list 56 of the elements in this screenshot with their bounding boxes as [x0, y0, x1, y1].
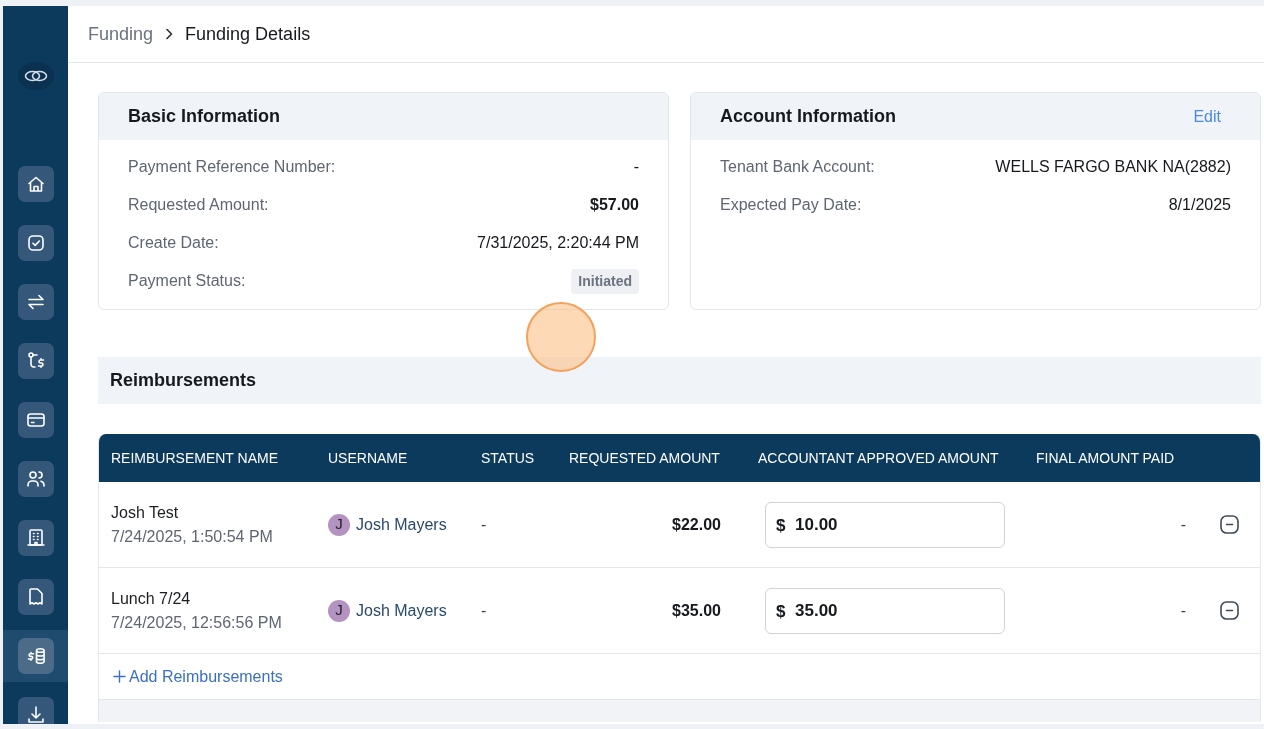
section-title: Reimbursements	[110, 369, 257, 392]
check-square-icon[interactable]	[17, 225, 54, 261]
status-text: -	[481, 601, 487, 619]
field-value: $57.00	[590, 195, 639, 215]
plus-icon	[113, 670, 126, 683]
requested-amount: $35.00	[672, 601, 721, 619]
reimbursement-date: 7/24/2025, 1:50:54 PM	[111, 526, 274, 547]
column-header: STATUS	[469, 434, 557, 482]
user-avatar: J	[328, 513, 350, 536]
card-title: Account Information	[720, 105, 896, 128]
user-link[interactable]: Josh Mayers	[356, 512, 447, 537]
remove-icon[interactable]	[1220, 515, 1239, 534]
requested-amount: $22.00	[672, 515, 721, 533]
current-page-title: Funding Details	[185, 22, 311, 46]
logo-icon[interactable]	[17, 62, 54, 90]
building-icon[interactable]	[17, 520, 54, 556]
field-label: Requested Amount:	[128, 195, 269, 215]
final-amount-paid: -	[1180, 515, 1186, 533]
field-value: -	[633, 157, 639, 177]
reimbursement-name: Josh Test	[111, 502, 180, 523]
field-label: Payment Reference Number:	[128, 157, 336, 177]
status-text: -	[481, 515, 487, 533]
column-header: ACCOUNTANT APPROVED AMOUNT	[746, 434, 1024, 482]
column-header: REQUESTED AMOUNT	[557, 434, 746, 482]
home-icon[interactable]	[17, 166, 54, 202]
field-label: Payment Status:	[128, 271, 246, 291]
final-amount-paid: -	[1180, 601, 1186, 619]
user-link[interactable]: Josh Mayers	[356, 598, 447, 623]
reimbursement-name: Lunch 7/24	[111, 588, 192, 609]
field-label: Tenant Bank Account:	[720, 157, 875, 177]
column-header: USERNAME	[316, 434, 469, 482]
column-header: REIMBURSEMENT NAME	[99, 434, 316, 482]
field-label: Create Date:	[128, 233, 219, 253]
status-badge: Initiated	[571, 268, 639, 294]
users-icon[interactable]	[17, 461, 54, 497]
currency-symbol: $	[776, 516, 786, 533]
column-header: FINAL AMOUNT PAID	[1024, 434, 1208, 482]
field-value: WELLS FARGO BANK NA(2882)	[995, 157, 1231, 177]
add-reimbursements-link[interactable]: Add Reimbursements	[113, 664, 283, 689]
database-dollar-icon[interactable]	[17, 638, 54, 674]
remove-icon[interactable]	[1220, 601, 1239, 620]
reimbursement-date: 7/24/2025, 12:56:56 PM	[111, 612, 283, 633]
credit-card-icon[interactable]	[17, 402, 54, 438]
currency-symbol: $	[776, 602, 786, 619]
swap-arrows-icon[interactable]	[17, 284, 54, 320]
download-icon[interactable]	[17, 697, 54, 724]
field-value: 8/1/2025	[1168, 195, 1231, 215]
chevron-right-icon	[165, 28, 174, 40]
breadcrumb-link[interactable]: Funding	[88, 20, 154, 48]
card-title: Basic Information	[128, 105, 281, 128]
field-value: 7/31/2025, 2:20:44 PM	[477, 233, 639, 253]
click-highlight-icon	[526, 302, 596, 372]
route-dollar-icon[interactable]	[17, 343, 54, 379]
document-icon[interactable]	[17, 579, 54, 615]
field-label: Expected Pay Date:	[720, 195, 862, 215]
user-avatar: J	[328, 599, 350, 622]
